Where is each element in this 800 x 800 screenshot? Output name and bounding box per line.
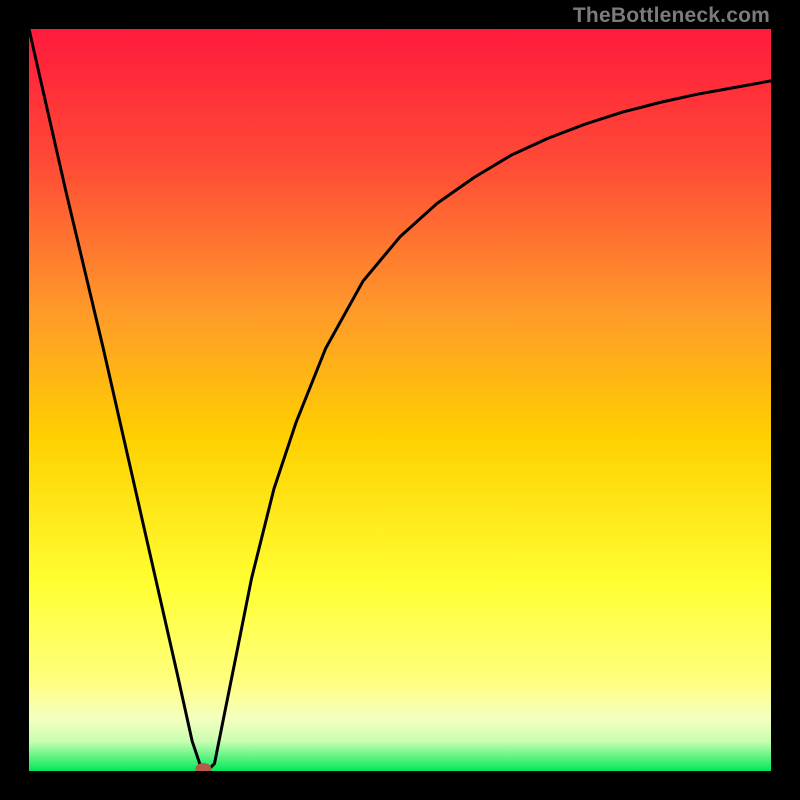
chart-frame: TheBottleneck.com [0,0,800,800]
attribution-text: TheBottleneck.com [573,4,770,28]
gradient-background [29,29,771,771]
bottleneck-chart [29,29,771,771]
